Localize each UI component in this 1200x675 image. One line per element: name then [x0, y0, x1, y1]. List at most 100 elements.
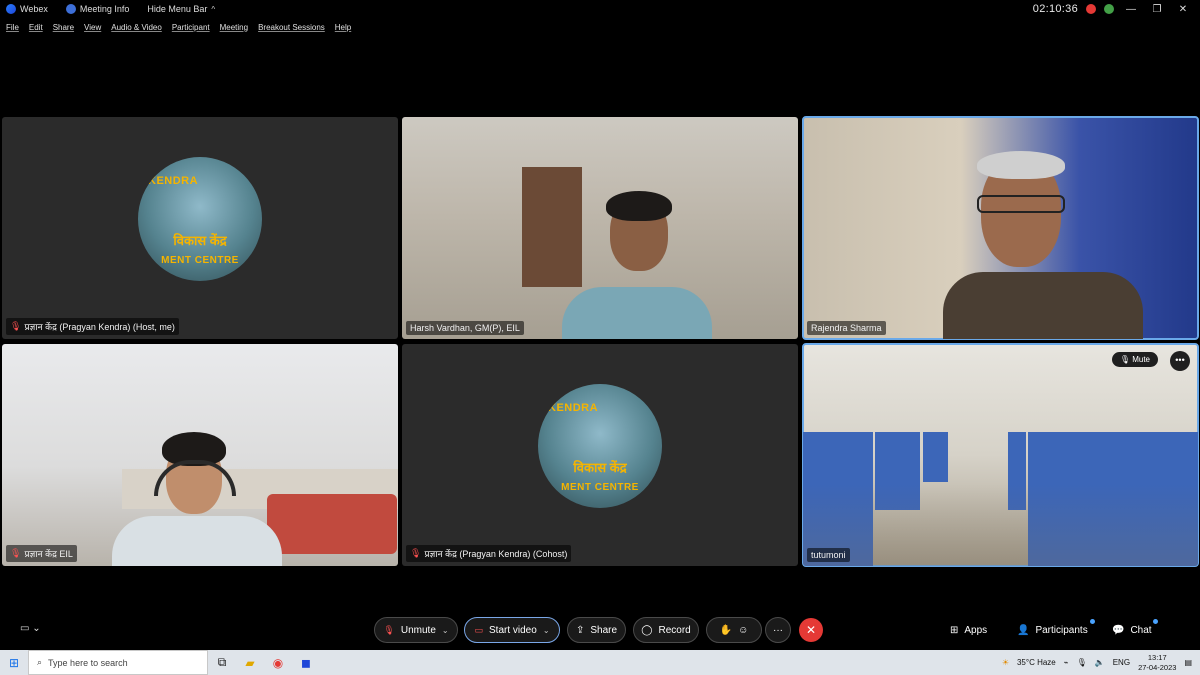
participant-mute-button[interactable]: 🎙︎ Mute — [1111, 352, 1158, 367]
avatar-text-bottom: MENT CENTRE — [161, 255, 239, 266]
classroom-floor — [803, 484, 1198, 566]
video-tile-tutumoni[interactable]: 🎙︎ Mute ••• tutumoni — [802, 343, 1199, 567]
participants-icon: 👤 — [1017, 624, 1030, 636]
webex-app-menu[interactable]: Webex — [6, 4, 48, 14]
captions-icon: ▭ — [20, 623, 30, 634]
glasses-icon — [977, 195, 1065, 213]
webex-taskbar-icon[interactable]: ◼ — [292, 650, 320, 675]
network-icon[interactable]: ⌁ — [1064, 658, 1069, 667]
person-body — [112, 516, 282, 566]
menu-edit[interactable]: Edit — [29, 23, 43, 32]
classroom-desk — [923, 432, 948, 482]
mic-tray-icon[interactable]: 🎙︎ — [1077, 658, 1087, 667]
participant-video — [903, 147, 1163, 339]
participant-name-label: 🎙︎ प्रज्ञान केंद्र (Pragyan Kendra) (Coh… — [406, 545, 572, 562]
menu-audio-video[interactable]: Audio & Video — [111, 23, 162, 32]
more-options-button[interactable]: ··· — [765, 617, 791, 643]
participant-name-label: Rajendra Sharma — [807, 321, 886, 335]
participant-avatar: KENDRA विकास केंद्र MENT CENTRE — [138, 157, 262, 281]
share-icon: ⇪ — [575, 624, 585, 636]
unmute-button[interactable]: 🎙︎ Unmute ⌄ — [374, 617, 458, 643]
close-icon[interactable]: ✕ — [1174, 4, 1192, 15]
avatar-text-middle: विकास केंद्र — [573, 460, 627, 475]
apps-icon: ⊞ — [950, 624, 959, 636]
video-off-icon: ▭ — [474, 624, 483, 635]
windows-taskbar: ⊞ ⌕ Type here to search ⧉ ▰ ◉ ◼ ☀ 35°C H… — [0, 650, 1200, 675]
apps-button[interactable]: ⊞ Apps — [950, 617, 987, 643]
menu-view[interactable]: View — [84, 23, 101, 32]
chat-button[interactable]: 💬 Chat — [1112, 617, 1152, 643]
start-video-label: Start video — [489, 624, 537, 636]
video-tile-pragyan-kendra-eil[interactable]: 🎙︎ प्रज्ञान केंद्र EIL — [2, 344, 398, 566]
menu-meeting[interactable]: Meeting — [220, 23, 248, 32]
raise-hand-icon[interactable]: ✋ — [720, 625, 732, 636]
chevron-down-icon[interactable]: ⌄ — [543, 626, 550, 635]
menu-breakout-sessions[interactable]: Breakout Sessions — [258, 23, 325, 32]
system-tray: ☀ 35°C Haze ⌁ 🎙︎ 🔈 ENG 13:17 27-04-2023 … — [1002, 650, 1200, 675]
title-bar: Webex Meeting Info Hide Menu Bar ^ 02:10… — [0, 0, 1200, 18]
weather-icon[interactable]: ☀ — [1002, 658, 1009, 667]
participant-name: tutumoni — [811, 550, 846, 560]
video-tile-rajendra-sharma[interactable]: Rajendra Sharma — [802, 116, 1199, 340]
record-icon: ◯ — [641, 624, 653, 636]
participant-name-label: 🎙︎ प्रज्ञान केंद्र EIL — [6, 545, 77, 562]
search-placeholder: Type here to search — [48, 657, 128, 668]
language-indicator[interactable]: ENG — [1113, 658, 1130, 667]
share-button[interactable]: ⇪ Share — [567, 617, 626, 643]
security-status-icon[interactable] — [1104, 4, 1114, 14]
participants-label: Participants — [1035, 624, 1088, 636]
participant-video — [102, 424, 292, 566]
reactions-button-group[interactable]: ✋ ☺ — [706, 617, 762, 643]
video-tile-host[interactable]: KENDRA विकास केंद्र MENT CENTRE 🎙︎ प्रज्… — [2, 117, 398, 339]
leave-meeting-button[interactable]: ✕ — [799, 618, 823, 642]
windows-start-icon[interactable]: ⊞ — [0, 656, 28, 670]
participants-button[interactable]: 👤 Participants — [1017, 617, 1088, 643]
meeting-controls: ▭ ⌄ 🎙︎ Unmute ⌄ ▭ Start video ⌄ ⇪ Share … — [0, 617, 1200, 645]
participant-name: Harsh Vardhan, GM(P), EIL — [410, 323, 520, 333]
maximize-icon[interactable]: ❐ — [1148, 4, 1166, 15]
chat-notification-dot — [1153, 619, 1158, 624]
apps-label: Apps — [964, 624, 988, 636]
participant-video — [522, 157, 762, 339]
video-tile-harsh-vardhan[interactable]: Harsh Vardhan, GM(P), EIL — [402, 117, 798, 339]
chat-icon: 💬 — [1112, 624, 1125, 636]
notifications-icon[interactable]: ▤ — [1184, 658, 1192, 667]
participant-avatar: KENDRA विकास केंद्र MENT CENTRE — [538, 384, 662, 508]
hide-menu-bar-label: Hide Menu Bar — [147, 4, 208, 14]
unmute-label: Unmute — [400, 624, 436, 636]
meeting-info-button[interactable]: Meeting Info — [65, 4, 129, 14]
mic-icon: 🎙︎ — [1119, 355, 1130, 364]
record-button[interactable]: ◯ Record — [633, 617, 699, 643]
mic-muted-icon: 🎙︎ — [410, 548, 422, 558]
captions-button[interactable]: ▭ ⌄ — [20, 623, 41, 634]
taskbar-search-input[interactable]: ⌕ Type here to search — [28, 650, 208, 675]
start-video-button[interactable]: ▭ Start video ⌄ — [464, 617, 560, 643]
task-view-icon[interactable]: ⧉ — [208, 650, 236, 675]
menu-help[interactable]: Help — [335, 23, 351, 32]
menu-share[interactable]: Share — [53, 23, 74, 32]
file-explorer-icon[interactable]: ▰ — [236, 650, 264, 675]
hide-menu-bar-button[interactable]: Hide Menu Bar ^ — [147, 4, 215, 14]
mic-muted-icon: 🎙︎ — [10, 548, 22, 558]
weather-text[interactable]: 35°C Haze — [1017, 658, 1056, 667]
video-tile-cohost[interactable]: KENDRA विकास केंद्र MENT CENTRE 🎙︎ प्रज्… — [402, 344, 798, 566]
taskbar-clock[interactable]: 13:17 27-04-2023 — [1138, 653, 1176, 673]
more-options-icon[interactable]: ••• — [1170, 351, 1190, 371]
shield-icon — [65, 4, 76, 14]
avatar-text-bottom: MENT CENTRE — [561, 482, 639, 493]
webex-logo-icon — [6, 4, 16, 14]
mic-muted-icon: 🎙︎ — [10, 321, 22, 331]
participant-name-label: tutumoni — [807, 548, 850, 562]
smiley-icon[interactable]: ☺ — [738, 625, 748, 636]
chevron-down-icon[interactable]: ⌄ — [442, 626, 449, 635]
clock-time: 13:17 — [1147, 652, 1167, 662]
search-icon: ⌕ — [37, 657, 43, 667]
door-panel — [522, 167, 582, 287]
menu-file[interactable]: File — [6, 23, 19, 32]
chrome-icon[interactable]: ◉ — [264, 650, 292, 675]
mute-label: Mute — [1132, 355, 1150, 364]
minimize-icon[interactable]: — — [1122, 4, 1140, 15]
menu-participant[interactable]: Participant — [172, 23, 210, 32]
avatar-text-top: KENDRA — [148, 175, 199, 187]
volume-icon[interactable]: 🔈 — [1095, 658, 1105, 667]
